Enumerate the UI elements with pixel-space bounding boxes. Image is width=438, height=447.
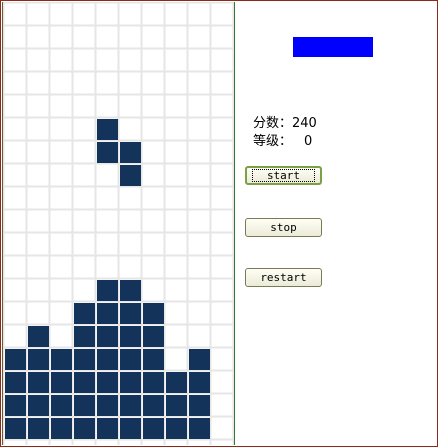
block-cell <box>74 303 95 324</box>
block-cell <box>28 326 49 347</box>
block-cell <box>97 395 118 416</box>
block-cell <box>51 418 72 439</box>
board-grid <box>3 2 234 445</box>
restart-button[interactable]: restart <box>245 268 322 287</box>
block-cell <box>120 326 141 347</box>
block-cell <box>189 372 210 393</box>
block-cell <box>97 326 118 347</box>
block-cell <box>97 418 118 439</box>
block-cell <box>120 372 141 393</box>
block-cell <box>5 349 26 370</box>
stop-button[interactable]: stop <box>245 218 322 237</box>
block-cell <box>120 349 141 370</box>
block-cell <box>143 326 164 347</box>
block-cell <box>97 372 118 393</box>
block-cell <box>120 303 141 324</box>
start-button[interactable]: start <box>245 166 322 185</box>
block-cell <box>166 395 187 416</box>
block-cell <box>166 372 187 393</box>
game-frame: 分数：240 等级： 0 start stop restart <box>0 0 438 447</box>
block-cell <box>74 395 95 416</box>
block-cell <box>51 395 72 416</box>
block-cell <box>74 326 95 347</box>
block-cell <box>143 303 164 324</box>
block-cell <box>5 372 26 393</box>
block-cell <box>143 349 164 370</box>
block-cell <box>143 418 164 439</box>
block-cell <box>28 418 49 439</box>
block-cell <box>74 418 95 439</box>
level-value: 0 <box>304 134 313 149</box>
block-cell <box>74 349 95 370</box>
score-display: 分数：240 <box>253 116 317 132</box>
block-cell <box>120 142 141 163</box>
block-cell <box>97 280 118 301</box>
score-label: 分数： <box>253 116 293 131</box>
block-cell <box>97 349 118 370</box>
block-cell <box>51 372 72 393</box>
score-value: 240 <box>292 116 317 131</box>
block-cell <box>97 119 118 140</box>
block-cell <box>120 395 141 416</box>
level-display: 等级： 0 <box>253 134 312 150</box>
block-cell <box>143 372 164 393</box>
block-cell <box>143 395 164 416</box>
block-cell <box>51 349 72 370</box>
block-cell <box>28 395 49 416</box>
game-board <box>2 2 235 445</box>
block-cell <box>97 303 118 324</box>
block-cell <box>5 395 26 416</box>
block-cell <box>189 349 210 370</box>
start-button-label: start <box>251 169 316 182</box>
block-cell <box>5 418 26 439</box>
level-label: 等级： <box>253 134 293 149</box>
block-cell <box>120 418 141 439</box>
side-panel: 分数：240 等级： 0 start stop restart <box>235 2 436 445</box>
block-cell <box>120 280 141 301</box>
block-cell <box>189 418 210 439</box>
block-cell <box>120 165 141 186</box>
block-cell <box>74 372 95 393</box>
block-cell <box>28 372 49 393</box>
block-cell <box>166 418 187 439</box>
block-cell <box>28 349 49 370</box>
block-cell <box>189 395 210 416</box>
next-piece-preview <box>293 37 373 57</box>
block-cell <box>97 142 118 163</box>
